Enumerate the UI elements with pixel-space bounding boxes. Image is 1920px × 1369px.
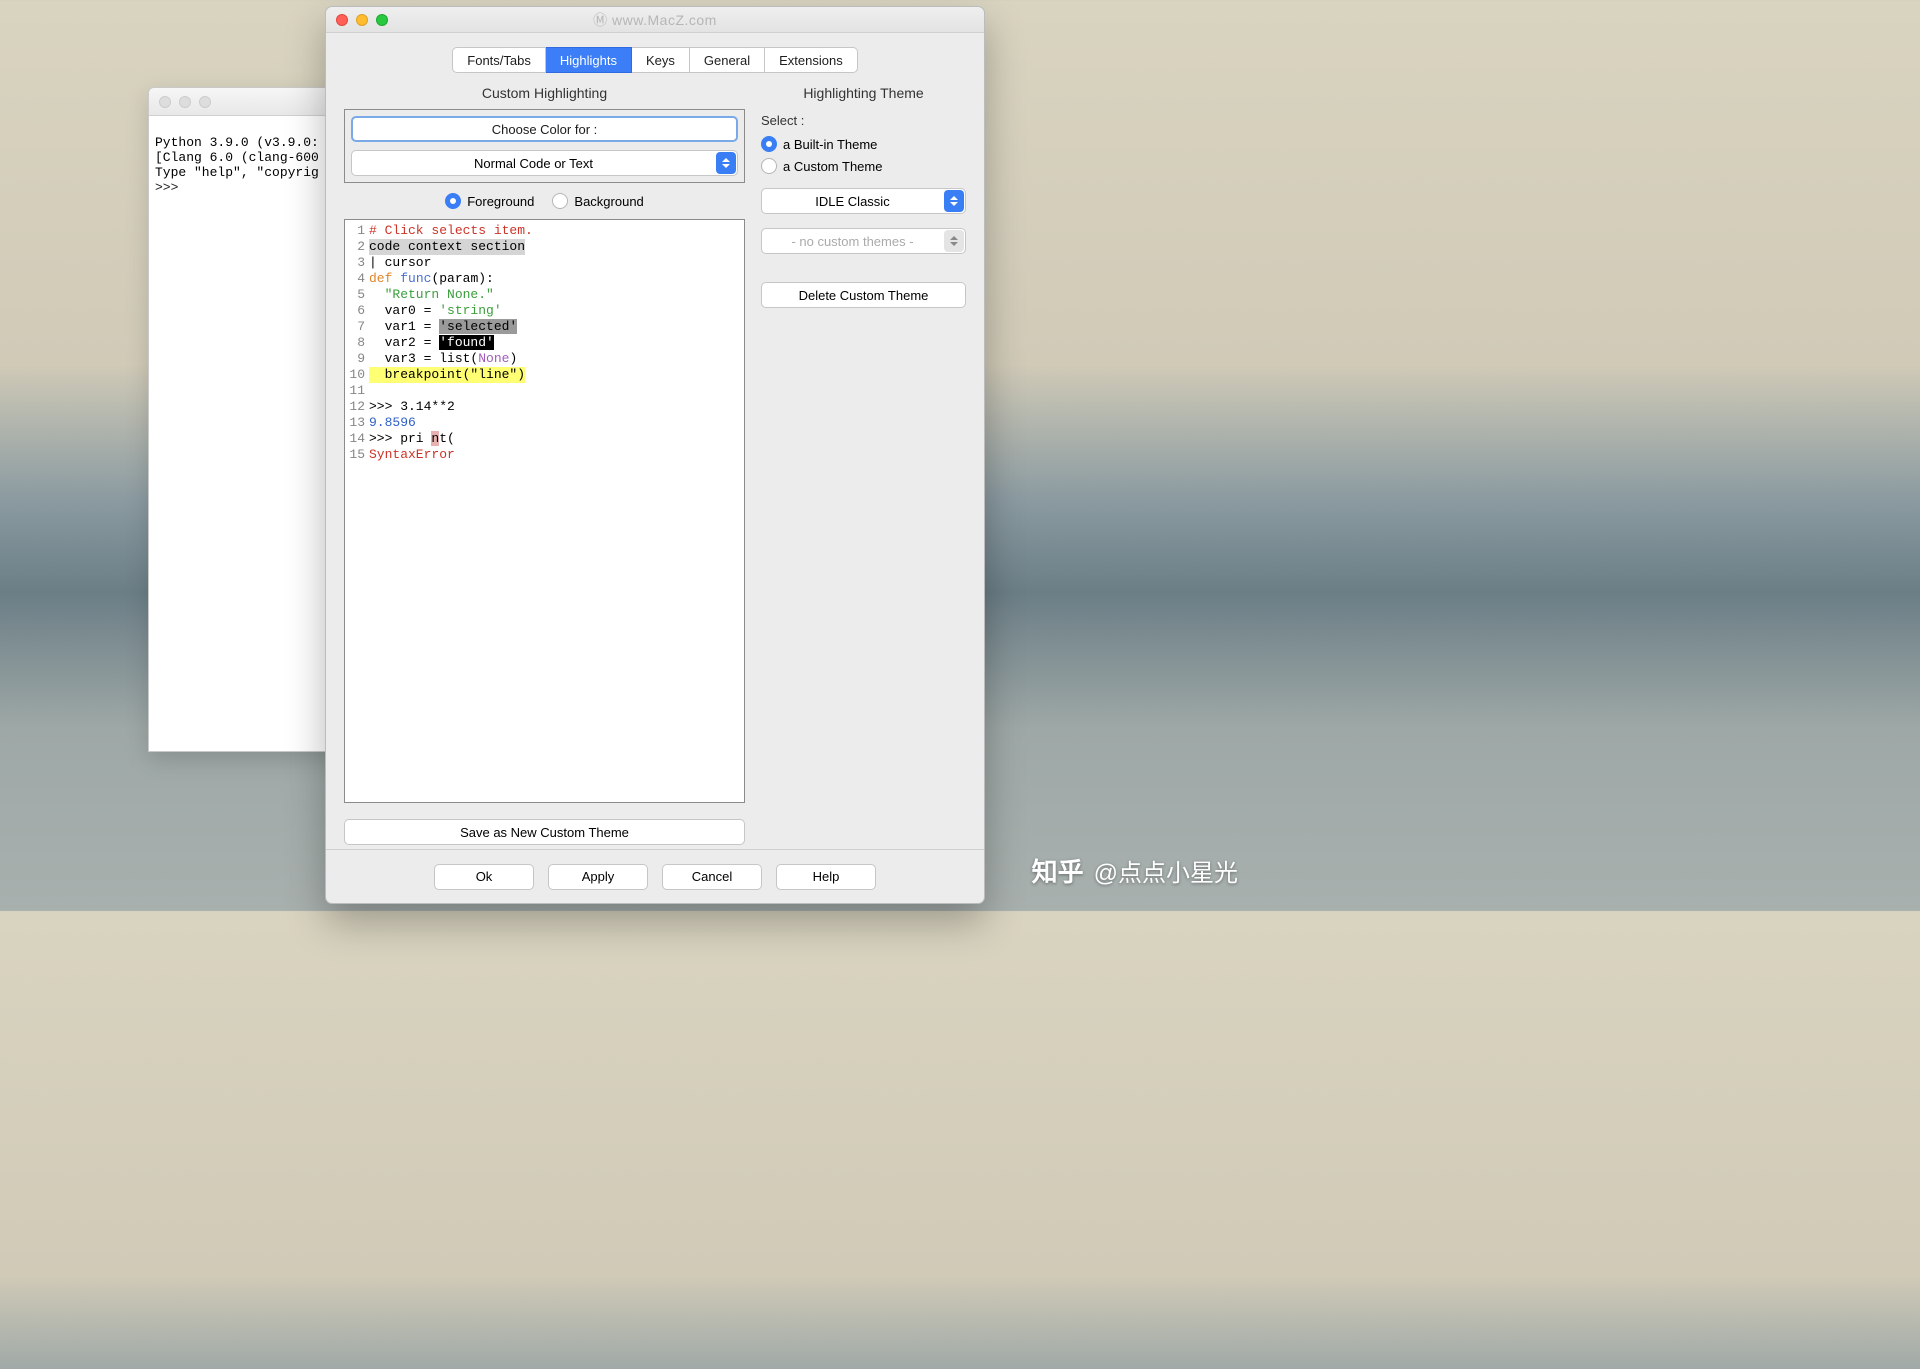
background-label: Background [574,194,643,209]
foreground-radio[interactable]: Foreground [445,193,534,209]
dialog-titlebar: Ⓜ www.MacZ.com [326,7,984,33]
foreground-label: Foreground [467,194,534,209]
fg-bg-radios: Foreground Background [344,193,745,209]
radio-dot-icon [761,136,777,152]
preview-funcname[interactable]: func [400,271,431,286]
radio-dot-icon [761,158,777,174]
element-select[interactable]: Normal Code or Text [351,150,738,176]
delete-custom-theme-button[interactable]: Delete Custom Theme [761,282,966,308]
custom-theme-select-button: - no custom themes - [761,228,966,254]
preview-comment[interactable]: # Click selects item. [369,223,533,239]
shell-line2: [Clang 6.0 (clang-600 [155,150,319,165]
apply-button[interactable]: Apply [548,864,648,890]
radio-dot-icon [445,193,461,209]
shell-minimize-icon[interactable] [179,96,191,108]
zhihu-logo: 知乎 [1032,852,1084,889]
select-label: Select : [761,113,966,128]
custom-theme-select: - no custom themes - [761,228,966,254]
zhihu-author: @点点小星光 [1094,853,1238,888]
highlighting-theme-title: Highlighting Theme [761,85,966,101]
shell-traffic-lights [159,96,211,108]
left-column: Custom Highlighting Choose Color for : N… [344,81,745,845]
save-custom-theme-button[interactable]: Save as New Custom Theme [344,819,745,845]
preview-breakpoint[interactable]: breakpoint("line") [369,367,525,383]
shell-close-icon[interactable] [159,96,171,108]
tab-general[interactable]: General [690,47,765,73]
shell-zoom-icon[interactable] [199,96,211,108]
builtin-theme-select[interactable]: IDLE Classic [761,188,966,214]
background-radio[interactable]: Background [552,193,643,209]
shell-prompt: >>> [155,180,186,195]
custom-theme-label: a Custom Theme [783,159,882,174]
custom-theme-radio[interactable]: a Custom Theme [761,158,966,174]
builtin-theme-radio[interactable]: a Built-in Theme [761,136,966,152]
cancel-button[interactable]: Cancel [662,864,762,890]
help-button[interactable]: Help [776,864,876,890]
preview-found[interactable]: 'found' [439,335,494,350]
preview-docstring[interactable]: "Return None." [369,287,494,303]
choose-color-button[interactable]: Choose Color for : [351,116,738,142]
dialog-content: Custom Highlighting Choose Color for : N… [326,73,984,849]
shell-line3: Type "help", "copyrig [155,165,319,180]
tabbar: Fonts/Tabs Highlights Keys General Exten… [326,33,984,73]
tab-extensions[interactable]: Extensions [765,47,858,73]
element-select-button[interactable]: Normal Code or Text [351,150,738,176]
preview-context[interactable]: code context section [369,239,525,255]
chevron-updown-icon [716,152,736,174]
custom-highlighting-title: Custom Highlighting [344,85,745,101]
chevron-updown-icon [944,190,964,212]
tab-highlights[interactable]: Highlights [546,47,632,73]
chevron-updown-icon [944,230,964,252]
preview-selected[interactable]: 'selected' [439,319,517,334]
right-column: Highlighting Theme Select : a Built-in T… [761,81,966,845]
preview-string[interactable]: 'string' [439,303,501,318]
preview-error[interactable]: SyntaxError [369,447,455,463]
tab-fonts[interactable]: Fonts/Tabs [452,47,546,73]
settings-dialog: Ⓜ www.MacZ.com Fonts/Tabs Highlights Key… [325,6,985,904]
shell-line1: Python 3.9.0 (v3.9.0: [155,135,319,150]
code-preview[interactable]: 1# Click selects item. 2code context sec… [344,219,745,803]
watermark-top: Ⓜ www.MacZ.com [326,10,984,30]
radio-dot-icon [552,193,568,209]
dialog-footer: Ok Apply Cancel Help [326,849,984,903]
preview-cursor[interactable]: | cursor [369,255,431,271]
color-chooser-box: Choose Color for : Normal Code or Text [344,109,745,183]
tab-keys[interactable]: Keys [632,47,690,73]
preview-shell[interactable]: >>> 3.14**2 [369,399,455,415]
preview-keyword[interactable]: def [369,271,392,286]
preview-stdout[interactable]: 9.8596 [369,415,416,431]
watermark-bottom: 知乎 @点点小星光 [1032,852,1238,889]
preview-builtin[interactable]: None [478,351,509,366]
builtin-theme-select-button[interactable]: IDLE Classic [761,188,966,214]
ok-button[interactable]: Ok [434,864,534,890]
builtin-theme-label: a Built-in Theme [783,137,877,152]
